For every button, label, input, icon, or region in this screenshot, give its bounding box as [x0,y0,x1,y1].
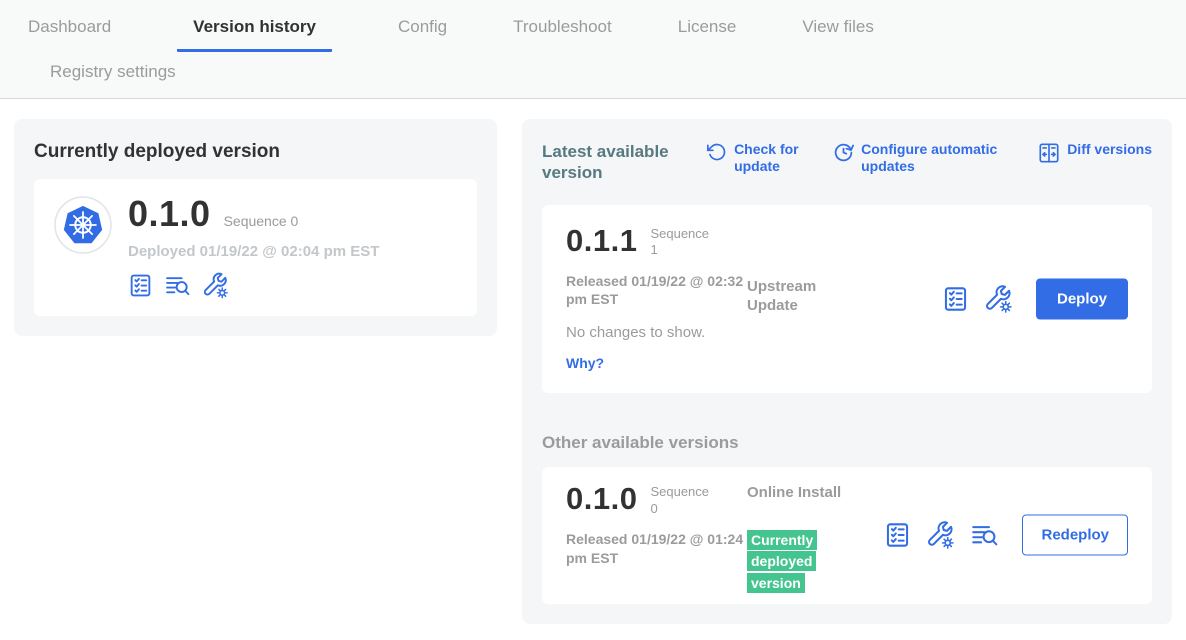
latest-released-timestamp: Released 01/19/22 @ 02:32 pm EST [566,272,744,308]
redeploy-button[interactable]: Redeploy [1022,515,1128,556]
why-link[interactable]: Why? [566,355,604,371]
other-version-card: 0.1.0 Sequence 0 Released 01/19/22 @ 01:… [542,467,1152,604]
tab-dashboard[interactable]: Dashboard [28,17,111,49]
edit-config-icon[interactable] [984,284,1013,313]
preflight-checks-icon[interactable] [884,522,911,549]
no-changes-text: No changes to show. [566,324,751,341]
deployed-timestamp: Deployed 01/19/22 @ 02:04 pm EST [128,243,379,260]
preflight-checks-icon[interactable] [128,273,153,298]
latest-version-header: Latest available version Check for updat… [542,139,1152,184]
deploy-logs-icon[interactable] [970,522,999,549]
latest-sequence-label: Sequence 1 [650,226,718,260]
latest-version-card: 0.1.1 Sequence 1 Released 01/19/22 @ 02:… [542,205,1152,393]
other-version-info: 0.1.0 Sequence 0 Released 01/19/22 @ 01:… [566,483,751,567]
tab-registry-settings[interactable]: Registry settings [50,62,176,93]
other-released-timestamp: Released 01/19/22 @ 01:24 pm EST [566,530,744,566]
currently-deployed-panel: Currently deployed version [14,119,497,336]
main-content: Currently deployed version [0,99,1186,624]
diff-icon [1038,141,1060,168]
deploy-button[interactable]: Deploy [1036,278,1128,319]
check-for-update-link[interactable]: Check for update [707,141,808,175]
schedule-update-icon [833,141,854,167]
currently-deployed-badge: Currently deployed version [747,530,817,593]
deployed-sequence-label: Sequence 0 [224,213,299,229]
deployed-action-icons [128,272,379,299]
other-version-source: Online Install [747,483,842,503]
deployed-version-info: 0.1.0 Sequence 0 Deployed 01/19/22 @ 02:… [128,196,379,299]
other-version-number: 0.1.0 [566,483,637,514]
diff-versions-link[interactable]: Diff versions [1038,141,1152,168]
app-header: Dashboard Version history Config Trouble… [0,0,1186,99]
currently-deployed-title: Currently deployed version [34,141,477,163]
tab-troubleshoot[interactable]: Troubleshoot [513,17,612,49]
deploy-logs-icon[interactable] [164,273,191,298]
latest-available-title: Latest available version [542,141,682,184]
latest-version-number: 0.1.1 [566,225,637,256]
diff-versions-label: Diff versions [1067,141,1152,158]
edit-config-icon[interactable] [202,272,229,299]
configure-updates-link[interactable]: Configure automatic updates [833,141,1013,175]
other-versions-title: Other available versions [542,433,1152,453]
deployed-version-card: 0.1.0 Sequence 0 Deployed 01/19/22 @ 02:… [34,179,477,316]
currently-deployed-badge-wrap: Currently deployed version [747,530,831,595]
preflight-checks-icon[interactable] [942,285,969,312]
secondary-nav: Registry settings [0,52,1186,98]
kubernetes-logo [54,196,112,254]
latest-version-actions: Deploy [942,278,1128,319]
available-versions-panel: Latest available version Check for updat… [522,119,1172,624]
other-sequence-label: Sequence 0 [650,484,718,518]
latest-version-source: Upstream Update [747,277,842,316]
latest-version-info: 0.1.1 Sequence 1 Released 01/19/22 @ 02:… [566,225,751,373]
tab-version-history[interactable]: Version history [177,17,332,52]
other-version-actions: Redeploy [884,515,1128,556]
tab-config[interactable]: Config [398,17,447,49]
tab-license[interactable]: License [678,17,737,49]
check-for-update-label: Check for update [734,141,808,175]
deployed-version-number: 0.1.0 [128,196,211,232]
refresh-icon [707,141,727,166]
tab-view-files[interactable]: View files [802,17,874,49]
main-nav: Dashboard Version history Config Trouble… [0,0,1186,52]
edit-config-icon[interactable] [926,521,955,550]
configure-updates-label: Configure automatic updates [861,141,1013,175]
